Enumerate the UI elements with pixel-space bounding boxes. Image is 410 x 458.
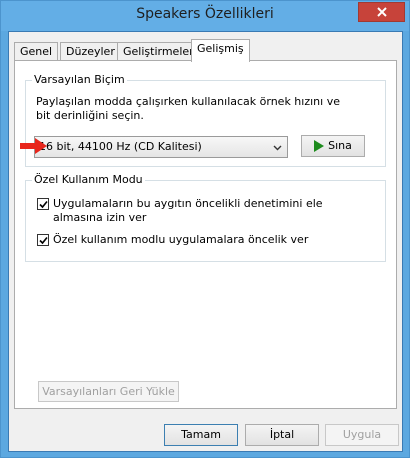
test-button[interactable]: Sına bbox=[301, 135, 365, 157]
exclusive-mode-group: Özel Kullanım Modu Uygulamaların bu aygı… bbox=[25, 173, 386, 262]
default-format-group: Varsayılan Biçim Paylaşılan modda çalışı… bbox=[20, 73, 386, 167]
tab-enhancements[interactable]: Geliştirmeler bbox=[117, 42, 200, 61]
default-format-description: Paylaşılan modda çalışırken kullanılacak… bbox=[36, 95, 340, 122]
ok-button[interactable]: Tamam bbox=[164, 424, 238, 446]
exclusive-mode-title: Özel Kullanım Modu bbox=[32, 173, 145, 186]
allow-exclusive-control-checkbox[interactable] bbox=[37, 198, 49, 210]
checkmark-icon bbox=[39, 236, 48, 245]
checkmark-icon bbox=[39, 200, 48, 209]
format-select-value: 16 bit, 44100 Hz (CD Kalitesi) bbox=[39, 140, 202, 153]
tab-levels[interactable]: Düzeyler bbox=[60, 42, 121, 61]
test-button-label: Sına bbox=[328, 139, 352, 152]
advanced-panel: Varsayılan Biçim Paylaşılan modda çalışı… bbox=[14, 60, 397, 409]
chevron-down-icon bbox=[273, 145, 282, 151]
cancel-button[interactable]: İptal bbox=[245, 424, 319, 446]
allow-exclusive-control-option[interactable]: Uygulamaların bu aygıtın öncelikli denet… bbox=[37, 197, 372, 228]
format-select[interactable]: 16 bit, 44100 Hz (CD Kalitesi) bbox=[34, 136, 288, 158]
restore-defaults-button[interactable]: Varsayılanları Geri Yükle bbox=[38, 381, 179, 402]
apply-button[interactable]: Uygula bbox=[325, 424, 399, 446]
title-bar[interactable]: Speakers Özellikleri bbox=[1, 1, 409, 31]
red-arrow-annotation-icon bbox=[20, 138, 47, 154]
exclusive-priority-label: Özel kullanım modlu uygulamalara öncelik… bbox=[53, 233, 309, 246]
close-icon bbox=[376, 7, 387, 17]
play-icon bbox=[314, 140, 325, 152]
close-button[interactable] bbox=[358, 2, 405, 22]
exclusive-priority-option[interactable]: Özel kullanım modlu uygulamalara öncelik… bbox=[37, 233, 372, 248]
default-format-title: Varsayılan Biçim bbox=[32, 73, 127, 86]
window-title: Speakers Özellikleri bbox=[136, 6, 274, 22]
properties-dialog: Speakers Özellikleri Genel Düzeyler Geli… bbox=[0, 0, 410, 458]
dialog-body: Genel Düzeyler Geliştirmeler Gelişmiş Va… bbox=[8, 31, 403, 452]
allow-exclusive-control-label: Uygulamaların bu aygıtın öncelikli denet… bbox=[53, 197, 323, 224]
tab-advanced[interactable]: Gelişmiş bbox=[191, 39, 250, 62]
tab-general[interactable]: Genel bbox=[14, 42, 59, 61]
exclusive-priority-checkbox[interactable] bbox=[37, 234, 49, 246]
